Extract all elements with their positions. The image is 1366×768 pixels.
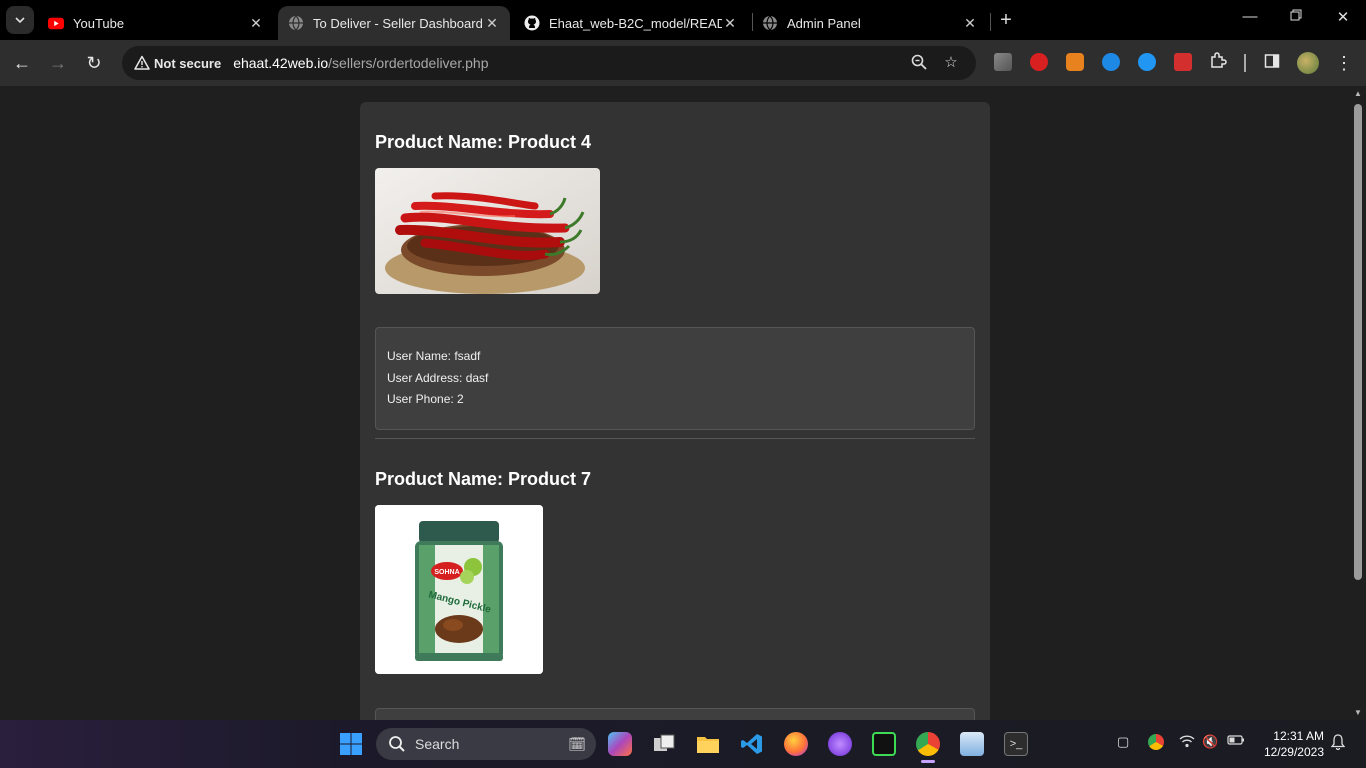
play-extension-icon[interactable] xyxy=(1138,53,1156,71)
url-host: ehaat.42web.io xyxy=(233,55,329,71)
product-title: Product Name: Product 7 xyxy=(375,469,592,489)
page-viewport: Product Name: Product 4 User Name: fsadf… xyxy=(0,86,1350,720)
reload-icon[interactable]: ↻ xyxy=(82,51,106,75)
user-phone: User Phone: 2 xyxy=(387,392,464,406)
back-icon[interactable]: ← xyxy=(10,51,34,75)
product-image-pickle: SOHNA Mango Pickle xyxy=(375,505,543,674)
terminal-icon[interactable]: >_ xyxy=(1004,732,1028,756)
chrome-icon[interactable] xyxy=(916,732,940,756)
tab-seller-dashboard[interactable]: To Deliver - Seller Dashboard ✕ xyxy=(278,6,510,40)
globe-icon xyxy=(288,15,304,31)
tab-title: Ehaat_web-B2C_model/READM xyxy=(549,15,722,31)
tray-chrome-icon[interactable] xyxy=(1148,734,1164,750)
tab-youtube[interactable]: YouTube ✕ xyxy=(38,6,274,40)
order-divider xyxy=(375,438,975,439)
terminal-green-icon[interactable] xyxy=(872,732,896,756)
battery-icon[interactable] xyxy=(1227,734,1245,749)
vscode-icon[interactable] xyxy=(740,732,764,756)
notification-bell-icon[interactable] xyxy=(1330,734,1346,753)
audio-extension-icon[interactable] xyxy=(1102,53,1120,71)
fast-forward-extension-icon[interactable] xyxy=(1174,53,1192,71)
scroll-thumb[interactable] xyxy=(1354,104,1362,580)
tab-title: YouTube xyxy=(73,15,125,31)
close-tab-icon[interactable]: ✕ xyxy=(722,15,738,32)
tor-browser-icon[interactable] xyxy=(828,732,852,756)
profile-avatar[interactable] xyxy=(1297,52,1319,74)
extension-icon[interactable] xyxy=(994,53,1012,71)
customer-details-box xyxy=(375,708,975,720)
user-name: User Name: fsadf xyxy=(387,349,481,363)
metamask-fox-icon[interactable] xyxy=(1066,53,1084,71)
windows-taskbar: Search 🗓 >_ ▢ 🔇 12:31 AM 12/29/2023 xyxy=(0,720,1366,768)
new-tab-icon[interactable]: + xyxy=(996,9,1016,32)
search-icon xyxy=(389,736,405,752)
tab-search-button[interactable] xyxy=(6,6,34,34)
taskbar-search[interactable]: Search 🗓 xyxy=(376,728,596,760)
url-text[interactable]: ehaat.42web.io/sellers/ordertodeliver.ph… xyxy=(233,55,488,71)
volume-muted-icon[interactable]: 🔇 xyxy=(1202,734,1218,750)
forward-icon[interactable]: → xyxy=(46,51,70,75)
clock-date: 12/29/2023 xyxy=(1263,745,1324,759)
resource-monitor-icon[interactable] xyxy=(960,732,984,756)
page-scrollbar[interactable]: ▲ ▼ xyxy=(1350,86,1366,720)
scroll-down-arrow-icon[interactable]: ▼ xyxy=(1353,708,1363,717)
browser-toolbar: ← → ↻ Not secure ehaat.42web.io/sellers/… xyxy=(0,40,1366,86)
chevron-down-icon xyxy=(15,17,25,24)
menu-kebab-icon[interactable]: ⋮ xyxy=(1332,51,1356,75)
file-explorer-icon[interactable] xyxy=(696,732,720,756)
tray-app-icon[interactable]: ▢ xyxy=(1117,734,1129,750)
search-label: Search xyxy=(415,736,460,752)
orders-container: Product Name: Product 4 User Name: fsadf… xyxy=(360,102,990,720)
extensions-puzzle-icon[interactable] xyxy=(1206,51,1230,75)
calendar-widget-icon: 🗓 xyxy=(568,735,586,752)
security-label: Not secure xyxy=(154,55,222,71)
system-clock[interactable]: 12:31 AM 12/29/2023 xyxy=(1256,728,1324,760)
scroll-up-arrow-icon[interactable]: ▲ xyxy=(1353,89,1363,98)
security-indicator[interactable]: Not secure xyxy=(130,50,229,76)
hand-extension-icon[interactable] xyxy=(1030,53,1048,71)
github-icon xyxy=(524,15,540,31)
minimize-icon[interactable]: — xyxy=(1240,8,1260,25)
red-chili-image xyxy=(375,168,600,294)
restore-icon[interactable] xyxy=(1286,8,1306,25)
mango-pickle-jar-image: SOHNA Mango Pickle xyxy=(375,505,543,674)
close-tab-icon[interactable]: ✕ xyxy=(248,15,264,32)
close-tab-icon[interactable]: ✕ xyxy=(962,15,978,32)
close-tab-icon[interactable]: ✕ xyxy=(484,15,500,32)
customer-details-box: User Name: fsadf User Address: dasf User… xyxy=(375,327,975,430)
toolbar-divider xyxy=(1244,54,1246,72)
user-address: User Address: dasf xyxy=(387,370,489,385)
address-bar[interactable]: Not secure ehaat.42web.io/sellers/ordert… xyxy=(122,46,976,80)
browser-tabstrip: YouTube ✕ To Deliver - Seller Dashboard … xyxy=(0,0,1366,40)
bookmark-star-icon[interactable]: ☆ xyxy=(942,54,960,72)
url-path: /sellers/ordertodeliver.php xyxy=(328,55,489,71)
globe-icon xyxy=(762,15,778,31)
copilot-icon[interactable] xyxy=(608,732,632,756)
youtube-icon xyxy=(48,15,64,31)
wifi-icon[interactable] xyxy=(1179,734,1195,751)
zoom-icon[interactable] xyxy=(910,54,928,72)
windows-start-icon[interactable] xyxy=(339,732,363,756)
clock-time: 12:31 AM xyxy=(1273,729,1324,743)
close-window-icon[interactable]: ✕ xyxy=(1333,8,1353,26)
task-view-icon[interactable] xyxy=(652,732,676,756)
tab-separator xyxy=(990,13,991,31)
pickle-brand-label: SOHNA xyxy=(434,569,459,576)
product-image-chili xyxy=(375,168,600,294)
side-panel-icon[interactable] xyxy=(1260,51,1284,75)
product-title: Product Name: Product 4 xyxy=(375,132,592,152)
warning-icon xyxy=(134,55,150,70)
tab-title: Admin Panel xyxy=(787,15,861,31)
tab-title: To Deliver - Seller Dashboard xyxy=(313,15,483,31)
tab-github-readme[interactable]: Ehaat_web-B2C_model/READM ✕ xyxy=(514,6,748,40)
firefox-icon[interactable] xyxy=(784,732,808,756)
tab-admin-panel[interactable]: Admin Panel ✕ xyxy=(752,6,988,40)
active-app-indicator xyxy=(921,760,935,763)
